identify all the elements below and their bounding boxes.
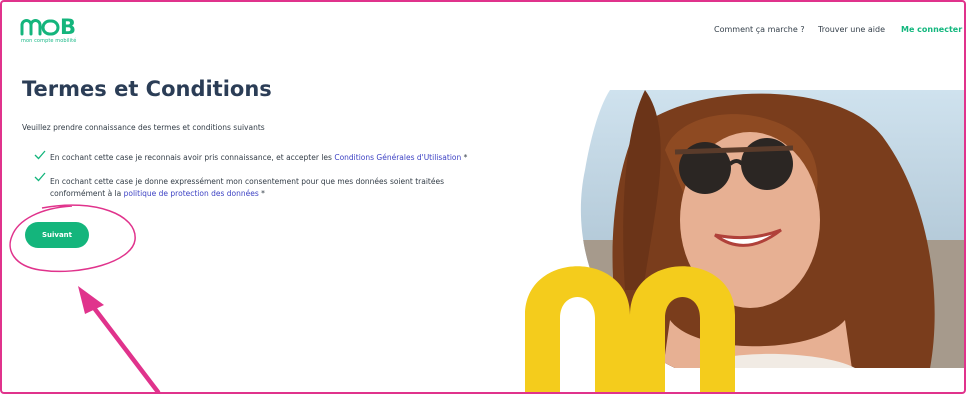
annotation-circle	[9, 204, 136, 273]
annotation-arrow	[78, 286, 161, 394]
hero-photo	[525, 90, 966, 394]
